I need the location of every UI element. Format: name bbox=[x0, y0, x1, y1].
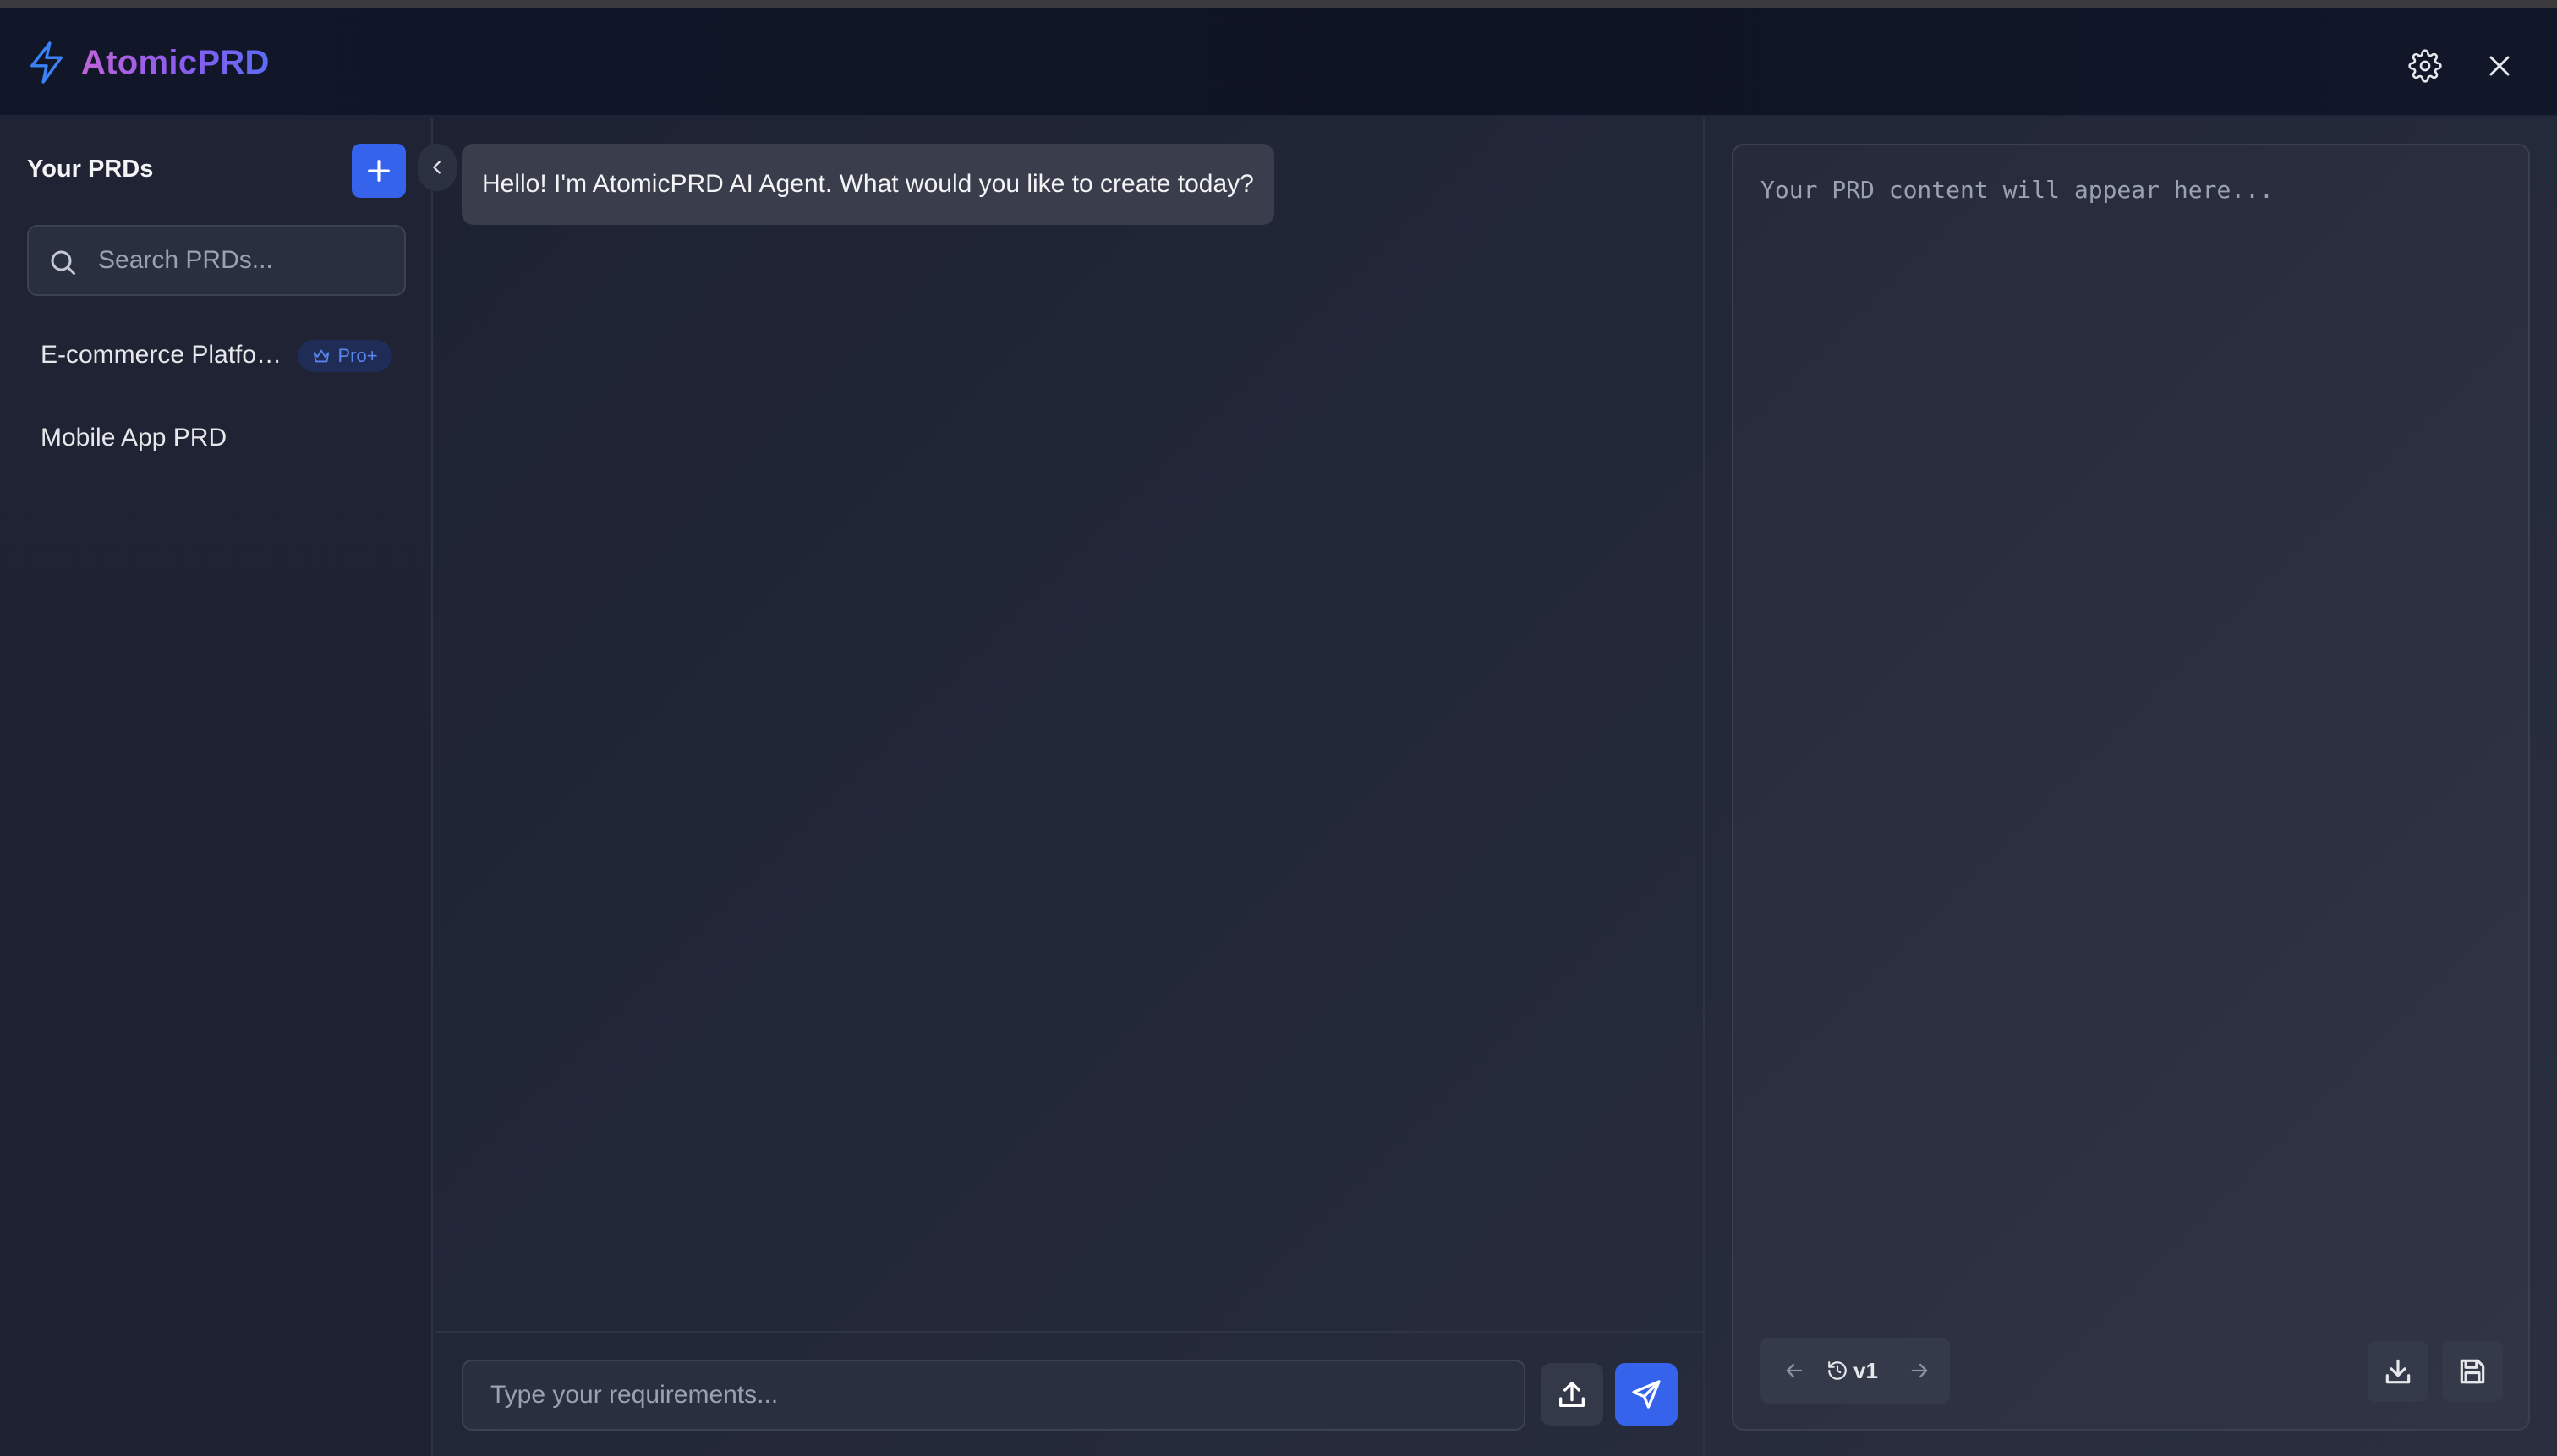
new-prd-button[interactable] bbox=[352, 144, 406, 198]
prd-item-label: Mobile App PRD bbox=[41, 424, 227, 452]
search-box bbox=[27, 225, 406, 296]
sidebar-title: Your PRDs bbox=[27, 156, 154, 183]
app-window: AtomicPRD Your PRDs Search PRDs... E-com… bbox=[0, 0, 2557, 1456]
send-icon bbox=[1632, 1380, 1661, 1409]
search-icon bbox=[51, 250, 75, 275]
chat-divider bbox=[435, 1331, 1705, 1333]
settings-button[interactable] bbox=[2405, 46, 2445, 86]
requirements-input[interactable] bbox=[489, 1361, 1503, 1429]
pro-badge-label: Pro+ bbox=[337, 345, 378, 366]
pro-badge: Pro+ bbox=[298, 340, 392, 372]
upload-button[interactable] bbox=[1541, 1363, 1603, 1426]
prd-list-item[interactable]: E-commerce Platfo… Pro+ bbox=[27, 323, 406, 387]
lightning-icon bbox=[30, 41, 63, 84]
previous-version-button[interactable] bbox=[1777, 1354, 1811, 1388]
version-navigator: v1 bbox=[1760, 1338, 1950, 1404]
gear-icon bbox=[2408, 49, 2442, 83]
send-button[interactable] bbox=[1615, 1363, 1678, 1426]
chat-input-box bbox=[462, 1360, 1525, 1431]
plus-icon bbox=[368, 160, 390, 182]
window-top-strip bbox=[0, 0, 2557, 8]
version-label: v1 bbox=[1853, 1357, 1878, 1383]
close-button[interactable] bbox=[2479, 46, 2520, 86]
arrow-left-icon bbox=[1786, 1363, 1803, 1378]
history-icon bbox=[1828, 1361, 1847, 1380]
arrow-right-icon bbox=[1911, 1363, 1928, 1378]
download-button[interactable] bbox=[2368, 1341, 2428, 1402]
search-input[interactable] bbox=[96, 227, 397, 294]
prd-item-label: E-commerce Platfo… bbox=[41, 341, 282, 369]
app-name: AtomicPRD bbox=[81, 43, 270, 81]
prd-list-item[interactable]: Mobile App PRD bbox=[27, 406, 406, 470]
next-version-button[interactable] bbox=[1903, 1354, 1936, 1388]
save-button[interactable] bbox=[2442, 1341, 2503, 1402]
upload-icon bbox=[1559, 1382, 1585, 1407]
prd-preview-panel: v1 bbox=[1732, 144, 2530, 1431]
version-history-button[interactable]: v1 bbox=[1826, 1354, 1878, 1388]
save-icon bbox=[2460, 1359, 2485, 1384]
chat-panel-border bbox=[1703, 118, 1705, 1456]
prd-content-editor[interactable] bbox=[1759, 171, 2503, 1321]
prd-sidebar: Your PRDs E-commerce Platfo… Pro+ Mobi bbox=[0, 118, 433, 1456]
close-icon bbox=[2489, 56, 2510, 76]
chat-panel: Hello! I'm AtomicPRD AI Agent. What woul… bbox=[435, 118, 1705, 1456]
app-header: AtomicPRD bbox=[0, 8, 2557, 117]
download-icon bbox=[2385, 1359, 2411, 1384]
assistant-message: Hello! I'm AtomicPRD AI Agent. What woul… bbox=[462, 144, 1274, 225]
app-logo[interactable]: AtomicPRD bbox=[27, 39, 270, 86]
crown-icon bbox=[314, 349, 330, 363]
